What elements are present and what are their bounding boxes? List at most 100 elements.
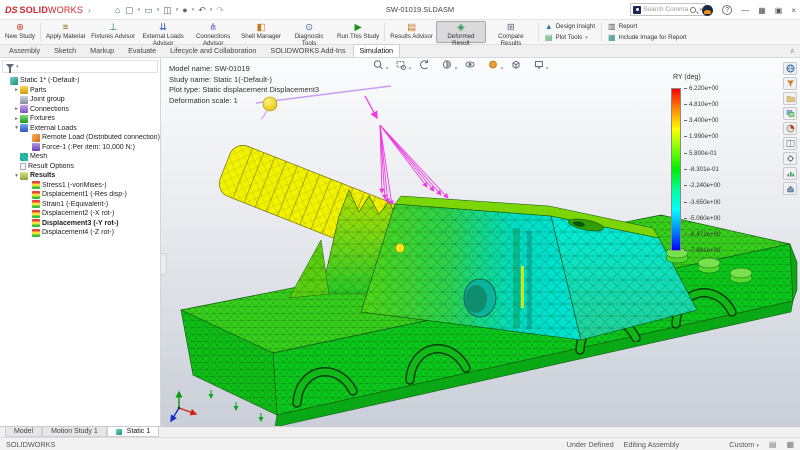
redo-icon[interactable]: ↷ bbox=[214, 3, 226, 17]
heads-up-view-toolbar[interactable] bbox=[373, 59, 563, 72]
home-icon[interactable]: ⌂ bbox=[113, 3, 122, 17]
collapse-icon[interactable]: ▾ bbox=[13, 125, 20, 131]
plot-tools-button[interactable]: ▤Plot Tools▾ bbox=[545, 34, 595, 42]
tree-item-external-loads[interactable]: ▾External Loads bbox=[0, 124, 160, 134]
expand-icon[interactable]: ▸ bbox=[13, 116, 20, 122]
tree-item-remote-load[interactable]: Remote Load (Distributed connection)-1 (… bbox=[0, 133, 160, 143]
chevron-down-icon[interactable]: ▾ bbox=[192, 7, 195, 13]
run-this-study-button[interactable]: ▶Run This Study bbox=[334, 21, 382, 43]
tree-item-displacement4[interactable]: Displacement4 (-Z rot-) bbox=[0, 228, 160, 238]
expand-icon[interactable]: ▸ bbox=[13, 87, 20, 93]
task-pane-resources-icon[interactable] bbox=[783, 62, 797, 75]
ds-logo-icon: DS bbox=[5, 5, 18, 15]
diagnostic-tools-button[interactable]: ⊙Diagnostic Tools bbox=[284, 21, 334, 43]
new-study-button[interactable]: ⊕New Study bbox=[2, 21, 38, 43]
tab-markup[interactable]: Markup bbox=[83, 44, 121, 57]
shell-manager-button[interactable]: ◧Shell Manager bbox=[238, 21, 284, 43]
chevron-down-icon[interactable]: ▾ bbox=[157, 7, 160, 13]
undo-icon[interactable]: ↶ bbox=[196, 3, 208, 17]
tree-item-connections[interactable]: ▸Connections bbox=[0, 105, 160, 115]
task-pane-tabs bbox=[783, 62, 797, 195]
results-advisor-button[interactable]: ▤Results Advisor bbox=[387, 21, 436, 43]
graphics-area[interactable]: Model name: SW-01019 Study name: Static … bbox=[161, 58, 800, 426]
collapse-icon[interactable]: ▾ bbox=[13, 173, 20, 179]
user-avatar[interactable] bbox=[702, 5, 713, 16]
report-button[interactable]: ▥Report bbox=[608, 23, 687, 31]
fixtures-advisor-button[interactable]: ⊥Fixtures Advisor bbox=[88, 21, 138, 43]
zoom-to-fit-icon[interactable] bbox=[374, 61, 382, 69]
tab-lifecycle-collaboration[interactable]: Lifecycle and Collaboration bbox=[163, 44, 263, 57]
panel-collapse-handle[interactable] bbox=[161, 253, 167, 275]
chevron-down-icon[interactable]: ▾ bbox=[138, 7, 141, 13]
chevron-down-icon[interactable]: ▾ bbox=[585, 35, 588, 41]
tree-item-parts[interactable]: ▸Parts bbox=[0, 86, 160, 96]
configuration-dropdown[interactable]: Custom▾ bbox=[729, 440, 759, 449]
tree-item-stress1[interactable]: Stress1 (-vonMises-) bbox=[0, 181, 160, 191]
section-view-icon[interactable] bbox=[443, 61, 450, 68]
tab-sketch[interactable]: Sketch bbox=[47, 44, 83, 57]
task-pane-home-icon[interactable] bbox=[783, 182, 797, 195]
external-loads-advisor-button[interactable]: ⇊External Loads Advisor bbox=[138, 21, 188, 43]
status-options-icon[interactable]: ▤ bbox=[769, 440, 777, 449]
tree-item-displacement2[interactable]: Displacement2 (-X rot-) bbox=[0, 209, 160, 219]
tree-item-study[interactable]: Static 1* (-Default-) bbox=[0, 76, 160, 86]
status-panel-icon[interactable]: ▦ bbox=[786, 440, 794, 449]
ribbon-collapse-icon[interactable]: ∧ bbox=[790, 47, 795, 55]
tree-item-mesh[interactable]: Mesh bbox=[0, 152, 160, 162]
tree-item-joint-group[interactable]: Joint group bbox=[0, 95, 160, 105]
tree-item-result-options[interactable]: Result Options bbox=[0, 162, 160, 172]
previous-view-icon[interactable] bbox=[421, 60, 428, 69]
tree-item-strain1[interactable]: Strain1 (-Equivalent-) bbox=[0, 200, 160, 210]
search-icon[interactable] bbox=[690, 7, 696, 13]
layout-button[interactable]: ▦ bbox=[758, 6, 766, 15]
restore-button[interactable]: ▣ bbox=[775, 6, 783, 15]
task-pane-appearances-icon[interactable] bbox=[783, 122, 797, 135]
save-icon[interactable]: ◫ bbox=[161, 3, 174, 17]
tree-item-results[interactable]: ▾Results bbox=[0, 171, 160, 181]
tree-item-displacement1[interactable]: Displacement1 (-Res disp-) bbox=[0, 190, 160, 200]
open-folder-icon[interactable]: ▭ bbox=[142, 3, 155, 17]
view-settings-icon[interactable] bbox=[536, 62, 543, 69]
tab-model[interactable]: Model bbox=[5, 427, 42, 437]
tab-static-1[interactable]: Static 1 bbox=[107, 427, 159, 437]
design-insight-button[interactable]: ▲Design Insight bbox=[545, 23, 595, 31]
logo-expander-icon[interactable]: › bbox=[88, 6, 91, 15]
task-pane-custom-properties-icon[interactable] bbox=[783, 152, 797, 165]
print-icon[interactable]: ● bbox=[180, 3, 189, 17]
edit-appearance-icon[interactable] bbox=[490, 61, 497, 68]
new-document-icon[interactable]: ▢ bbox=[123, 3, 136, 17]
task-pane-scene-icon[interactable] bbox=[783, 137, 797, 150]
apply-scene-icon[interactable] bbox=[513, 61, 519, 68]
tab-motion-study-1[interactable]: Motion Study 1 bbox=[42, 427, 107, 437]
task-pane-view-palette-icon[interactable] bbox=[783, 107, 797, 120]
tree-item-displacement3[interactable]: Displacement3 (-Y rot-) bbox=[0, 219, 160, 229]
expand-icon[interactable]: ▸ bbox=[13, 106, 20, 112]
search-input[interactable]: Search Commands bbox=[643, 6, 688, 13]
close-button[interactable]: × bbox=[791, 6, 796, 15]
tree-filter-input[interactable]: ▾ bbox=[2, 60, 158, 73]
tree-item-force[interactable]: Force-1 (:Per item: 10,000 N:) bbox=[0, 143, 160, 153]
task-pane-forum-icon[interactable] bbox=[783, 167, 797, 180]
deformed-result-button[interactable]: ◈Deformed Result bbox=[436, 21, 486, 43]
tree-item-fixtures[interactable]: ▸Fixtures bbox=[0, 114, 160, 124]
task-pane-design-library-icon[interactable] bbox=[783, 77, 797, 90]
apply-material-button[interactable]: ≡Apply Material bbox=[43, 21, 88, 43]
external-loads-icon bbox=[20, 124, 28, 132]
compare-results-button[interactable]: ⊞Compare Results bbox=[486, 21, 536, 43]
tab-simulation[interactable]: Simulation bbox=[353, 44, 401, 57]
minimize-button[interactable]: — bbox=[741, 6, 749, 15]
search-commands-box[interactable]: Search Commands ▾ bbox=[630, 3, 706, 16]
chevron-down-icon[interactable]: ▾ bbox=[176, 7, 179, 13]
connections-advisor-button[interactable]: ⋔Connections Advisor bbox=[188, 21, 238, 43]
tab-assembly[interactable]: Assembly bbox=[2, 44, 47, 57]
include-image-for-report-button[interactable]: ▦Include Image for Report bbox=[608, 34, 687, 42]
chevron-down-icon[interactable]: ▾ bbox=[210, 7, 213, 13]
tab-evaluate[interactable]: Evaluate bbox=[121, 44, 163, 57]
tab-solidworks-addins[interactable]: SOLIDWORKS Add-Ins bbox=[263, 44, 352, 57]
task-pane-file-explorer-icon[interactable] bbox=[783, 92, 797, 105]
zoom-to-area-icon[interactable] bbox=[397, 62, 406, 70]
chevron-down-icon[interactable]: ▾ bbox=[16, 64, 19, 70]
help-icon[interactable]: ? bbox=[722, 5, 732, 15]
result-color-legend: RY (deg) 6.220e+00 4.810e+00 3.400e+00 1… bbox=[671, 74, 720, 251]
view-annotations-icon[interactable] bbox=[466, 62, 474, 67]
